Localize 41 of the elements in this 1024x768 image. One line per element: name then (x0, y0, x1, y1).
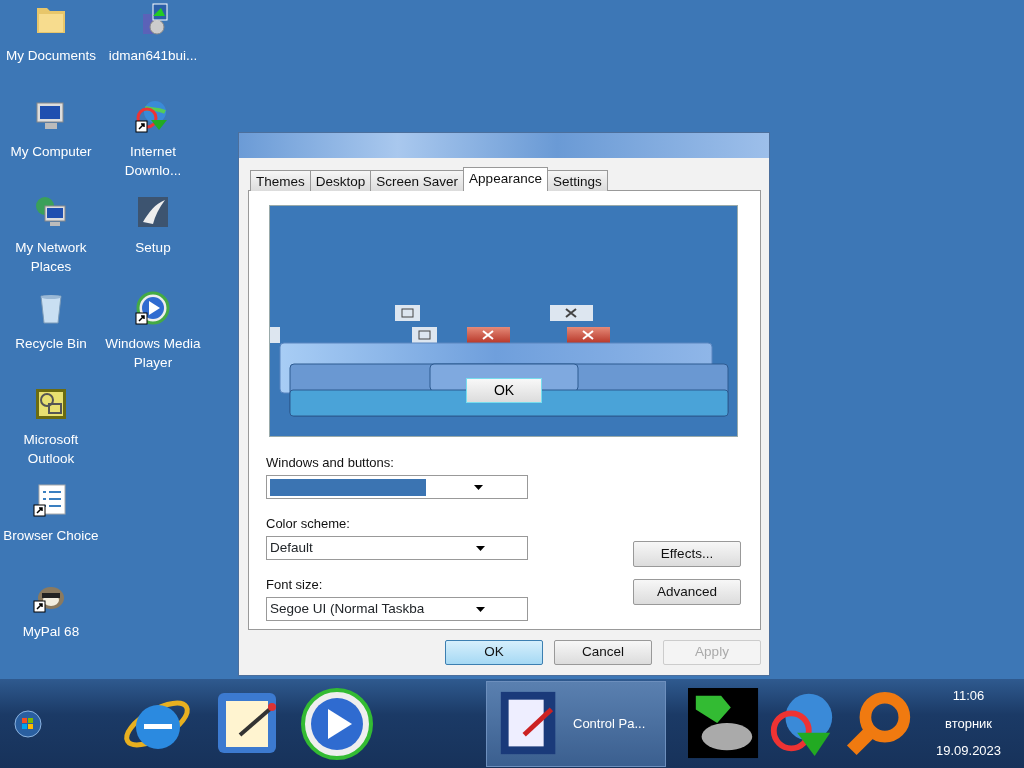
desktop-icon-label[interactable]: My Computer (10, 142, 92, 161)
play-icon[interactable] (300, 686, 374, 761)
dialog-button[interactable]: Cancel (554, 640, 652, 665)
advanced-button[interactable]: Advanced (633, 579, 741, 605)
start-button[interactable] (14, 709, 42, 738)
clock-weekday: вторник (945, 714, 993, 733)
caret-icon (474, 484, 483, 490)
clock-time: 11:06 (952, 687, 985, 706)
desktop-icon-label[interactable]: Browser Choice (1, 526, 101, 545)
dropdown[interactable] (266, 475, 528, 499)
play-shortcut-icon[interactable] (135, 290, 171, 326)
taskbar-task-button[interactable]: Control Pa... (486, 680, 666, 767)
tab[interactable]: Appearance (463, 167, 548, 191)
desktop-icon-label[interactable]: Microsoft Outlook (1, 430, 101, 468)
preview-ok-button[interactable]: OK (466, 378, 542, 403)
desktop-icon-label[interactable]: Recycle Bin (15, 334, 87, 353)
desktop-icon-label[interactable]: My Documents (6, 46, 96, 65)
effects-button[interactable]: Effects... (633, 541, 741, 567)
task-label: Control Pa... (573, 714, 646, 733)
clock-date: 19.09.2023 (936, 742, 1002, 761)
desktop-icon-label[interactable]: idman641bui... (108, 46, 198, 65)
dialog-button[interactable]: OK (445, 640, 543, 665)
calendar-clock-icon[interactable] (33, 386, 69, 422)
sailboat-icon[interactable] (135, 194, 171, 230)
desktop-icon-label[interactable]: Setup (135, 238, 171, 257)
tab[interactable]: Screen Saver (370, 170, 465, 191)
checklist-shortcut-icon[interactable] (33, 482, 69, 518)
field-label: Font size: (266, 577, 324, 593)
dropdown[interactable]: Default (266, 536, 528, 560)
caret-icon (476, 545, 485, 551)
desktop-icon-label[interactable]: Windows Media Player (103, 334, 203, 372)
desktop-icon-label[interactable]: MyPal 68 (22, 622, 80, 641)
desktop-icon-label[interactable]: My Network Places (1, 238, 101, 276)
field-label: Color scheme: (266, 516, 351, 532)
tab[interactable]: Settings (546, 170, 608, 191)
caret-icon (476, 606, 485, 612)
tab[interactable]: Themes (250, 170, 311, 191)
tab[interactable]: Desktop (309, 170, 372, 191)
dropdown[interactable]: Segoe UI (Normal Taskba (266, 597, 528, 621)
desktop-icon-label[interactable]: Internet Downlo... (103, 142, 203, 180)
field-label: Windows and buttons: (266, 455, 395, 471)
